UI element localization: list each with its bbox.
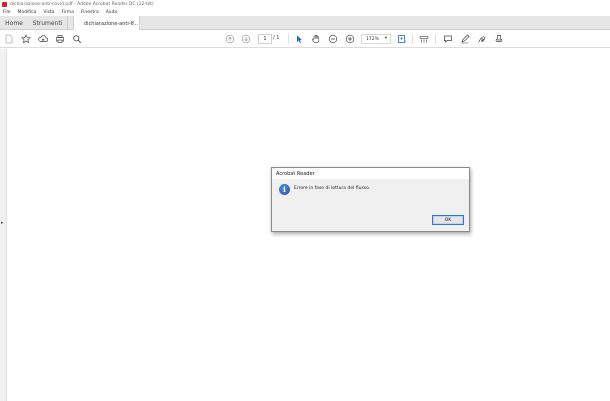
menu-bar: File Modifica Vista Firma Finestra Aiuto [0,9,610,16]
dialog-title: Acrobat Reader [272,168,469,179]
hand-icon[interactable] [310,33,322,45]
toolbar-divider [288,34,289,44]
error-dialog: Acrobat Reader i Errore in fase di lettu… [271,167,470,232]
chevron-down-icon: ▾ [384,36,387,41]
window-title: dichiarazione-anti-covid.pdf - Adobe Acr… [10,2,154,7]
toolbar-divider [435,34,436,44]
scroll-mode-icon[interactable] [418,33,430,45]
menu-file[interactable]: File [3,10,11,15]
new-file-icon[interactable] [3,33,15,45]
fit-page-icon[interactable] [396,33,408,45]
pen-icon[interactable] [459,33,471,45]
zoom-value: 172% [366,36,379,42]
menu-firma[interactable]: Firma [61,10,73,15]
toolbar-divider [412,34,413,44]
page-total: / 1 [273,35,280,41]
acrobat-window: dichiarazione-anti-covid.pdf - Adobe Acr… [0,0,610,401]
toolbar: 1 / 1 172% ▾ [0,30,610,48]
page-up-icon[interactable] [224,33,236,45]
tab-tools[interactable]: Strumenti [28,16,68,30]
print-icon[interactable] [54,33,66,45]
close-tab-icon[interactable]: × [130,20,135,26]
page-number-input[interactable]: 1 [258,34,272,44]
tab-home[interactable]: Home [0,16,28,30]
tab-bar: Home Strumenti dichiarazione-anti-c... × [0,16,610,31]
tab-document[interactable]: dichiarazione-anti-c... × [73,16,140,31]
page-down-icon[interactable] [240,33,252,45]
menu-finestra[interactable]: Finestra [81,10,99,15]
menu-aiuto[interactable]: Aiuto [106,10,118,15]
acrobat-app-icon [2,2,7,7]
chevron-right-icon[interactable]: ▸ [1,220,4,226]
dialog-message: Errore in fase di lettura del flusso. [294,186,371,191]
title-bar: dichiarazione-anti-covid.pdf - Adobe Acr… [0,0,610,9]
menu-vista[interactable]: Vista [43,10,54,15]
select-cursor-icon[interactable] [293,33,305,45]
comment-icon[interactable] [442,33,454,45]
search-icon[interactable] [71,33,83,45]
zoom-select[interactable]: 172% ▾ [361,34,391,44]
menu-modifica[interactable]: Modifica [18,10,37,15]
sign-icon[interactable] [476,33,488,45]
left-navigation-panel[interactable]: ▸ [0,49,7,401]
bookmark-star-icon[interactable] [20,33,32,45]
stamp-icon[interactable] [493,33,505,45]
cloud-upload-icon[interactable] [37,33,49,45]
ok-button[interactable]: OK [432,215,464,225]
zoom-in-icon[interactable] [344,33,356,45]
info-icon: i [279,184,290,195]
zoom-out-icon[interactable] [327,33,339,45]
